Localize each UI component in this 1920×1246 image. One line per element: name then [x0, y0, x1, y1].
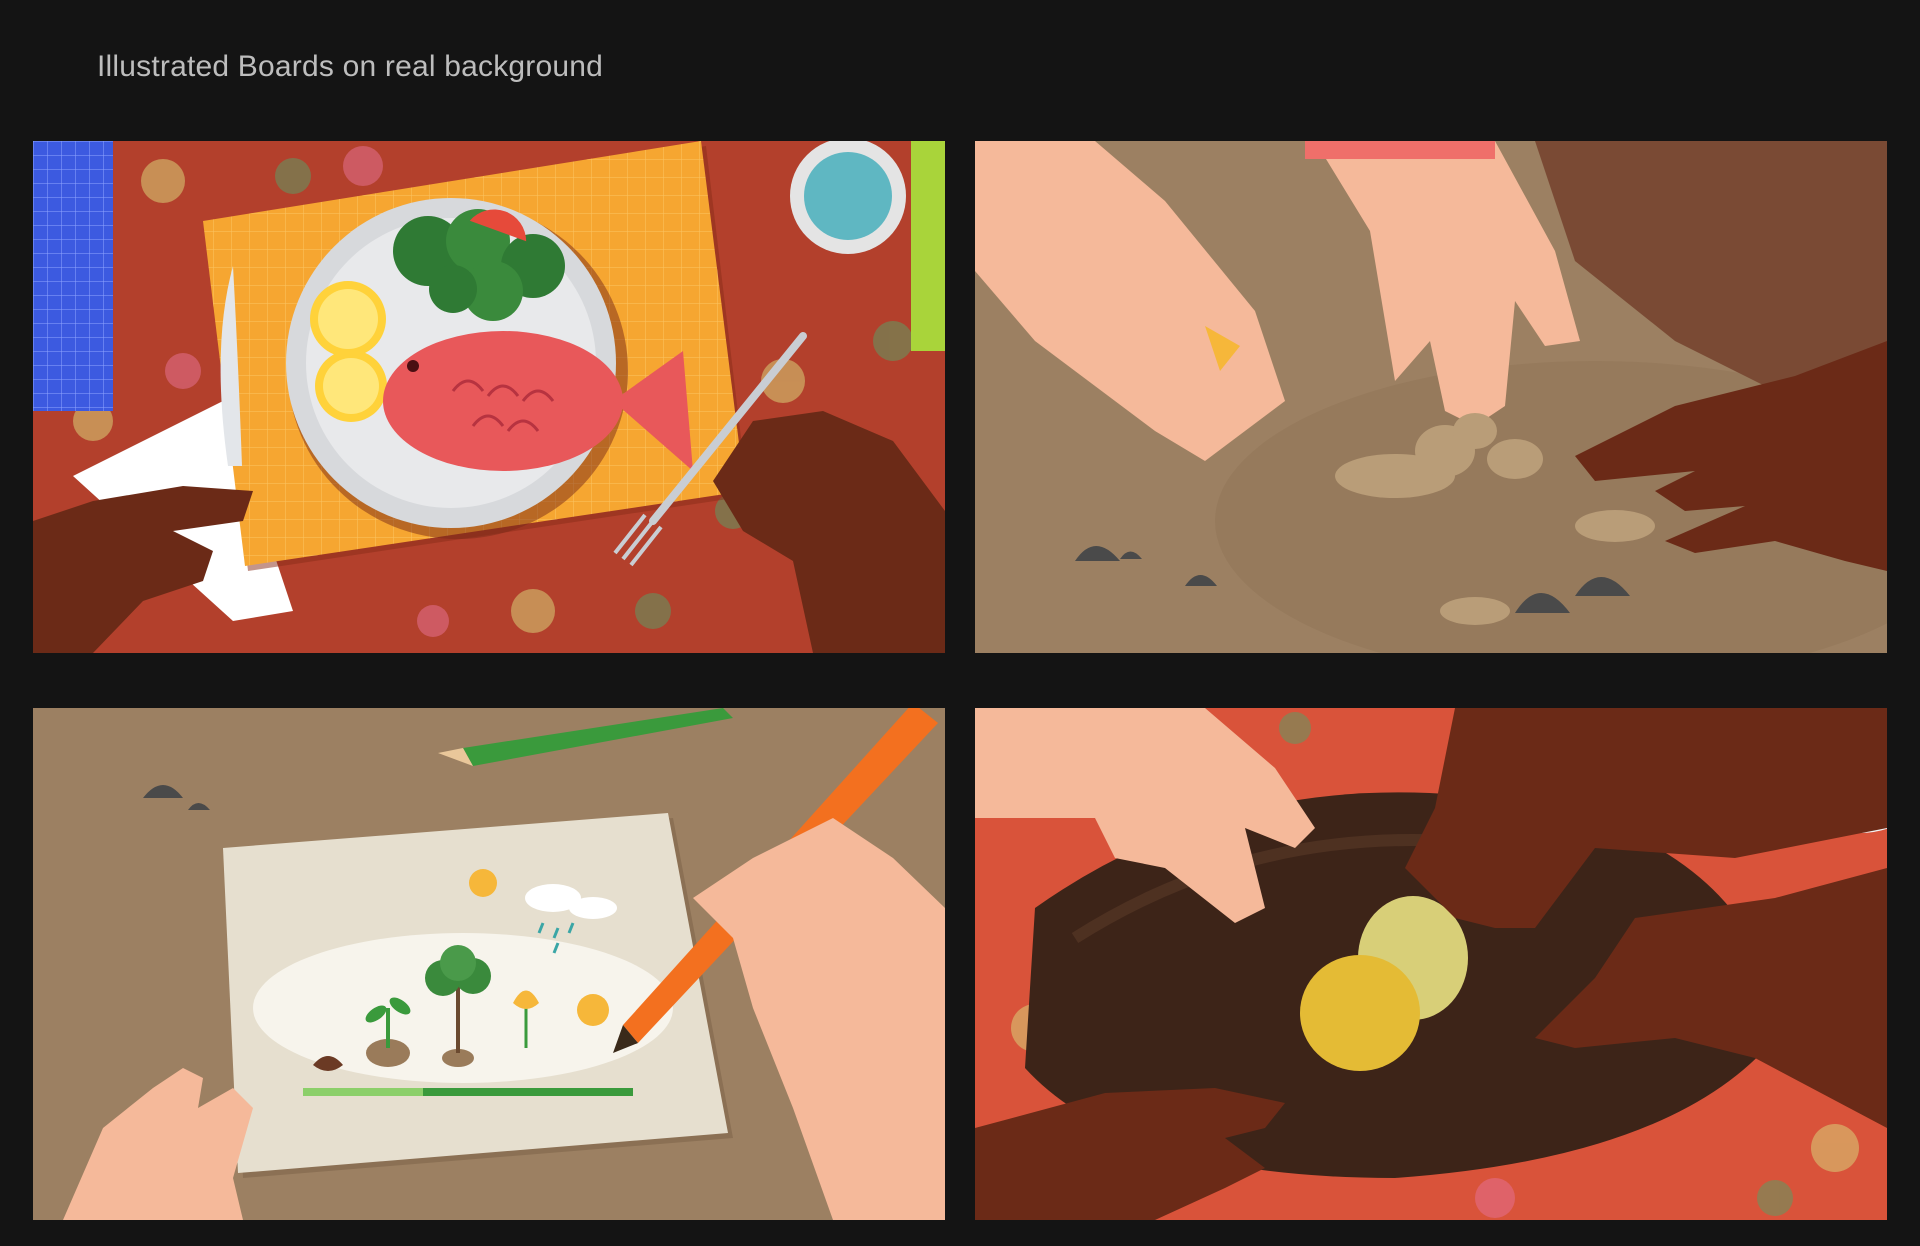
sun — [469, 869, 497, 897]
board-hands-digging-soil — [975, 141, 1887, 653]
green-notebook — [911, 141, 945, 351]
board-drawing-life-cycle — [33, 708, 945, 1220]
page: Illustrated Boards on real background — [0, 0, 1920, 1246]
board-reaching-fruit — [975, 708, 1887, 1220]
cup — [790, 141, 906, 254]
page-title: Illustrated Boards on real background — [97, 50, 604, 83]
progress-bar — [303, 1088, 633, 1096]
board-soil-illustration — [975, 141, 1887, 653]
board-meal-on-tablecloth — [33, 141, 945, 653]
board-fruit-illustration — [975, 708, 1887, 1220]
board-meal-illustration — [33, 141, 945, 653]
sleeve — [1305, 141, 1495, 159]
board-drawing-illustration — [33, 708, 945, 1220]
